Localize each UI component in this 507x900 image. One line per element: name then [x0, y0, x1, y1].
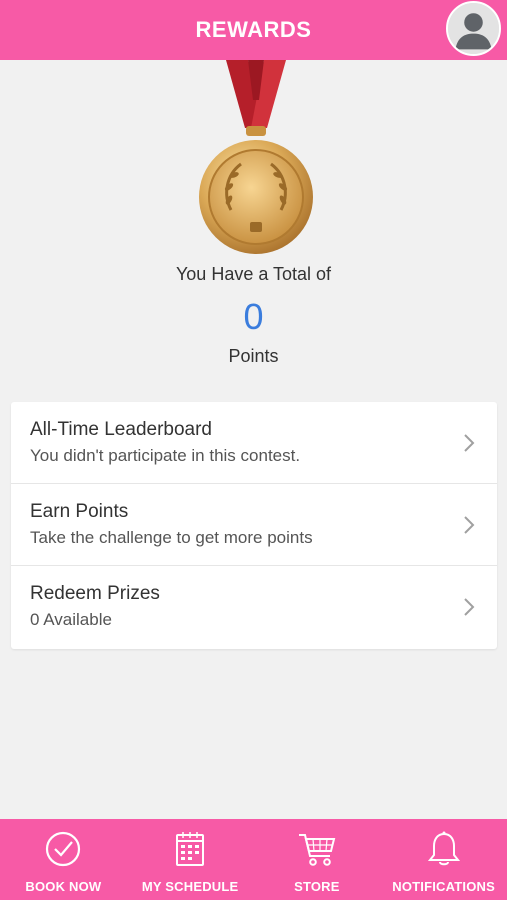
rewards-menu-card: All-Time Leaderboard You didn't particip… — [11, 402, 497, 649]
earn-points-row[interactable]: Earn Points Take the challenge to get mo… — [11, 484, 497, 566]
tab-label: STORE — [294, 879, 340, 894]
points-unit-label: Points — [228, 346, 279, 366]
leaderboard-title: All-Time Leaderboard — [30, 419, 212, 440]
tab-store[interactable]: STORE — [254, 819, 381, 900]
medal-icon — [199, 60, 313, 254]
earn-points-subtitle: Take the challenge to get more points — [30, 528, 313, 547]
redeem-prizes-subtitle: 0 Available — [30, 610, 112, 629]
points-value: 0 — [243, 296, 264, 337]
chevron-right-icon — [464, 598, 475, 616]
redeem-prizes-title: Redeem Prizes — [30, 583, 160, 604]
tab-label: BOOK NOW — [25, 879, 102, 894]
tab-label: NOTIFICATIONS — [392, 879, 495, 894]
avatar[interactable] — [446, 1, 501, 56]
page-title: REWARDS — [195, 17, 312, 42]
tab-my-schedule[interactable]: MY SCHEDULE — [127, 819, 254, 900]
user-avatar-icon — [448, 3, 499, 54]
earn-points-title: Earn Points — [30, 501, 129, 522]
leaderboard-subtitle: You didn't participate in this contest. — [30, 446, 301, 465]
tab-book-now[interactable]: BOOK NOW — [0, 819, 127, 900]
cart-icon — [298, 834, 336, 866]
redeem-prizes-row[interactable]: Redeem Prizes 0 Available — [11, 566, 497, 647]
bell-icon — [427, 831, 460, 866]
chevron-right-icon — [464, 516, 475, 534]
leaderboard-row[interactable]: All-Time Leaderboard You didn't particip… — [11, 402, 497, 484]
calendar-icon — [176, 832, 205, 866]
total-points-label: You Have a Total of — [175, 264, 332, 284]
tab-notifications[interactable]: NOTIFICATIONS — [380, 819, 507, 900]
app-header: REWARDS — [0, 0, 507, 60]
tab-label: MY SCHEDULE — [141, 879, 239, 894]
check-circle-icon — [46, 831, 81, 867]
bottom-tab-bar: BOOK NOW MY SCHEDULE STORE NOTIFICATIONS — [0, 819, 507, 900]
chevron-right-icon — [464, 434, 475, 452]
